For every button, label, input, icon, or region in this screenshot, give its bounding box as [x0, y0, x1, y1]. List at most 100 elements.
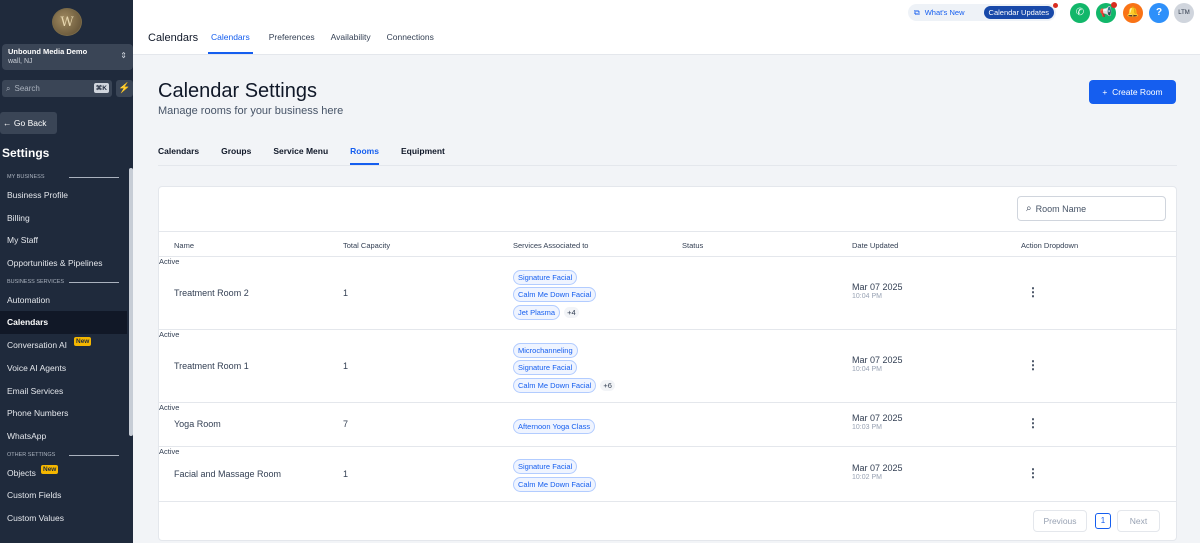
sidebar-item-voice-ai-agents[interactable]: Voice AI Agents: [0, 357, 127, 380]
search-icon: ⌕: [1026, 203, 1032, 214]
previous-page-button[interactable]: Previous: [1033, 510, 1087, 532]
service-tag: Signature Facial: [513, 360, 578, 375]
settings-title: Settings: [2, 146, 50, 160]
quick-action-bolt-icon[interactable]: ⚡: [116, 80, 133, 97]
subtab-groups[interactable]: Groups: [221, 146, 251, 165]
service-tag-line: Signature Facial: [513, 359, 615, 377]
service-tag-line: Calm Me Down Facial: [513, 286, 597, 304]
whats-new-pill[interactable]: ⧉ What's New Calendar Updates: [908, 3, 1058, 21]
sidebar-item-billing[interactable]: Billing: [0, 207, 127, 230]
settings-nav: MY BUSINESS Business Profile Billing My Sta…: [0, 170, 127, 530]
user-avatar[interactable]: LTM: [1174, 3, 1194, 23]
status-text: Active: [159, 447, 180, 456]
table-row[interactable]: Yoga Room 7 Afternoon Yoga Class Active Mar …: [159, 403, 1176, 447]
more-services-count[interactable]: +4: [564, 306, 579, 318]
search-shortcut: ⌘K: [93, 83, 109, 93]
help-icon[interactable]: ?: [1149, 3, 1169, 23]
service-tag-line: Calm Me Down Facial: [513, 476, 597, 494]
service-tag: Microchanneling: [513, 342, 578, 358]
sidebar-item-custom-fields[interactable]: Custom Fields: [0, 484, 127, 507]
sidebar-item-automation[interactable]: Automation: [0, 289, 127, 312]
table-row[interactable]: Facial and Massage Room 1 Signature Facial…: [159, 447, 1176, 502]
sidebar-item-business-profile[interactable]: Business Profile: [0, 184, 127, 207]
account-switcher[interactable]: Unbound Media Demo wall, NJ ⇕: [2, 44, 133, 70]
more-actions-icon[interactable]: ⋮: [1027, 285, 1039, 299]
service-tag: Afternoon Yoga Class: [513, 418, 596, 434]
sidebar-item-whatsapp[interactable]: WhatsApp: [0, 425, 127, 448]
nav-section-label: MY BUSINESS: [0, 170, 127, 184]
notification-dot: [1053, 3, 1058, 8]
tab-connections[interactable]: Connections: [387, 32, 434, 54]
time-text: 10:04 PM: [852, 365, 882, 373]
phone-icon[interactable]: ✆: [1070, 3, 1090, 23]
date-text: Mar 07 2025: [852, 462, 903, 473]
services-list: Afternoon Yoga Class: [513, 417, 596, 435]
room-name-search-input[interactable]: ⌕ Room Name: [1017, 196, 1166, 221]
sidebar-item-custom-values[interactable]: Custom Values: [0, 507, 127, 530]
room-capacity: 1: [343, 360, 349, 371]
subtab-rooms[interactable]: Rooms: [350, 146, 379, 165]
arrow-left-icon: ←: [3, 118, 12, 128]
go-back-button[interactable]: ← Go Back: [0, 112, 57, 134]
service-tag: Calm Me Down Facial: [513, 287, 597, 302]
sidebar-search-input[interactable]: ⌕ Search ⌘K: [2, 80, 112, 97]
table-row[interactable]: Treatment Room 1 1 Microchanneling Signatur…: [159, 330, 1176, 403]
service-tag: Signature Facial: [513, 269, 578, 285]
sidebar-item-my-staff[interactable]: My Staff: [0, 229, 127, 252]
megaphone-icon[interactable]: 📢: [1096, 2, 1117, 23]
service-tag-line: Signature Facial: [513, 458, 596, 476]
search-icon: ⌕: [6, 83, 11, 93]
tab-availability[interactable]: Availability: [331, 32, 371, 54]
service-tag-line: Afternoon Yoga Class: [513, 417, 596, 435]
room-capacity: 7: [343, 419, 349, 429]
time-text: 10:02 PM: [852, 473, 882, 481]
create-room-button[interactable]: + Create Room: [1089, 80, 1176, 104]
more-actions-icon[interactable]: ⋮: [1027, 466, 1039, 480]
column-header: Services Associated to: [513, 241, 589, 250]
room-name: Yoga Room: [174, 419, 221, 429]
sidebar-item-email-services[interactable]: Email Services: [0, 380, 127, 403]
table-row[interactable]: Treatment Room 2 1 Signature Facial Calm Me…: [159, 257, 1176, 330]
service-tag: Calm Me Down Facial: [513, 377, 597, 393]
new-badge: New: [41, 464, 59, 474]
more-actions-icon[interactable]: ⋮: [1027, 416, 1039, 430]
services-list: Microchanneling Signature Facial Calm Me D…: [513, 341, 615, 394]
page-number-button[interactable]: 1: [1095, 513, 1111, 529]
tab-preferences[interactable]: Preferences: [269, 32, 315, 54]
rooms-table-card: ⌕ Room Name Name Total Capacity Services A…: [158, 186, 1177, 541]
more-services-count[interactable]: +6: [600, 379, 615, 391]
room-name: Facial and Massage Room: [174, 468, 282, 479]
column-header: Total Capacity: [343, 241, 391, 250]
status-text: Active: [159, 257, 180, 266]
subtab-calendars[interactable]: Calendars: [158, 146, 199, 165]
room-capacity: 1: [343, 468, 349, 479]
calendar-updates-button[interactable]: Calendar Updates: [983, 6, 1054, 19]
page-subtitle: Manage rooms for your business here: [158, 105, 344, 117]
subtab-equipment[interactable]: Equipment: [401, 146, 445, 165]
settings-subtabs: Calendars Groups Service Menu Rooms Equipmen…: [158, 146, 1177, 166]
service-tag-line: Signature Facial: [513, 268, 596, 286]
column-header: Name: [174, 241, 195, 250]
top-bar: Calendars Calendars Preferences Availabili…: [133, 0, 1200, 55]
column-header: Date Updated: [852, 241, 899, 250]
service-tag: Calm Me Down Facial: [513, 476, 597, 492]
service-tag: Jet Plasma: [513, 304, 561, 320]
date-text: Mar 07 2025: [852, 281, 903, 292]
column-header: Status: [682, 241, 704, 250]
sidebar-item-conversation-ai[interactable]: Conversation AI New: [0, 334, 127, 357]
sidebar-item-objects[interactable]: Objects New: [0, 462, 127, 485]
sidebar: W Unbound Media Demo wall, NJ ⇕ ⌕ Search…: [0, 0, 133, 543]
main-content: Calendar Settings Manage rooms for your …: [133, 56, 1200, 543]
sidebar-item-phone-numbers[interactable]: Phone Numbers: [0, 402, 127, 425]
subtab-service-menu[interactable]: Service Menu: [273, 146, 328, 165]
next-page-button[interactable]: Next: [1117, 510, 1160, 532]
sidebar-item-opportunities-pipelines[interactable]: Opportunities & Pipelines: [0, 252, 127, 275]
chevron-updown-icon: ⇕: [120, 51, 127, 60]
date-updated: Mar 07 2025 10:02 PM: [852, 463, 903, 481]
bell-icon[interactable]: 🔔: [1123, 3, 1143, 23]
sidebar-item-calendars[interactable]: Calendars: [0, 311, 127, 335]
date-text: Mar 07 2025: [852, 354, 903, 365]
more-actions-icon[interactable]: ⋮: [1027, 358, 1039, 372]
tab-calendars[interactable]: Calendars: [208, 32, 253, 54]
room-name: Treatment Room 1: [174, 360, 249, 371]
